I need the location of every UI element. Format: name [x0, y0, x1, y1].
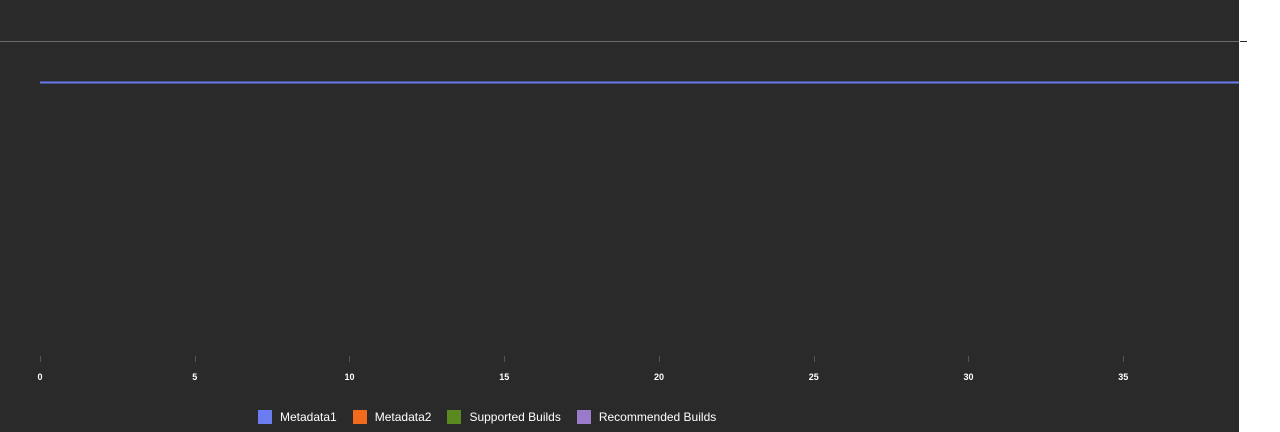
legend-swatch	[258, 410, 272, 424]
legend-item-recommended-builds[interactable]: Recommended Builds	[576, 410, 717, 424]
x-tick-label: 30	[963, 372, 973, 382]
x-tick-label: 20	[654, 372, 664, 382]
legend-swatch	[576, 410, 591, 424]
legend-item-metadata2[interactable]: Metadata2	[352, 410, 432, 424]
legend-item-metadata1[interactable]: Metadata1	[258, 410, 337, 424]
x-tick-label: 35	[1118, 372, 1128, 382]
x-tick-label: 25	[809, 372, 819, 382]
line-chart: 0 5 10 15 20 25 30 35	[0, 41, 1239, 382]
x-tick-label: 0	[37, 372, 42, 382]
legend-label: Metadata1	[280, 410, 337, 424]
x-tick-label: 10	[344, 372, 354, 382]
x-tick-label: 15	[499, 372, 509, 382]
legend-item-supported-builds[interactable]: Supported Builds	[447, 410, 561, 424]
legend-swatch	[447, 410, 462, 424]
edge-dash	[1240, 41, 1247, 42]
legend-label: Supported Builds	[469, 410, 561, 424]
legend-label: Recommended Builds	[598, 410, 717, 424]
x-tick-label: 5	[192, 372, 197, 382]
legend-label: Metadata2	[374, 410, 432, 424]
legend-swatch	[352, 410, 367, 424]
chart-legend: Metadata1 Metadata2 Supported Builds Recomm…	[258, 408, 732, 426]
chart-panel: 0 5 10 15 20 25 30 35 Metadata1 Metadata2 Support…	[0, 0, 1239, 432]
